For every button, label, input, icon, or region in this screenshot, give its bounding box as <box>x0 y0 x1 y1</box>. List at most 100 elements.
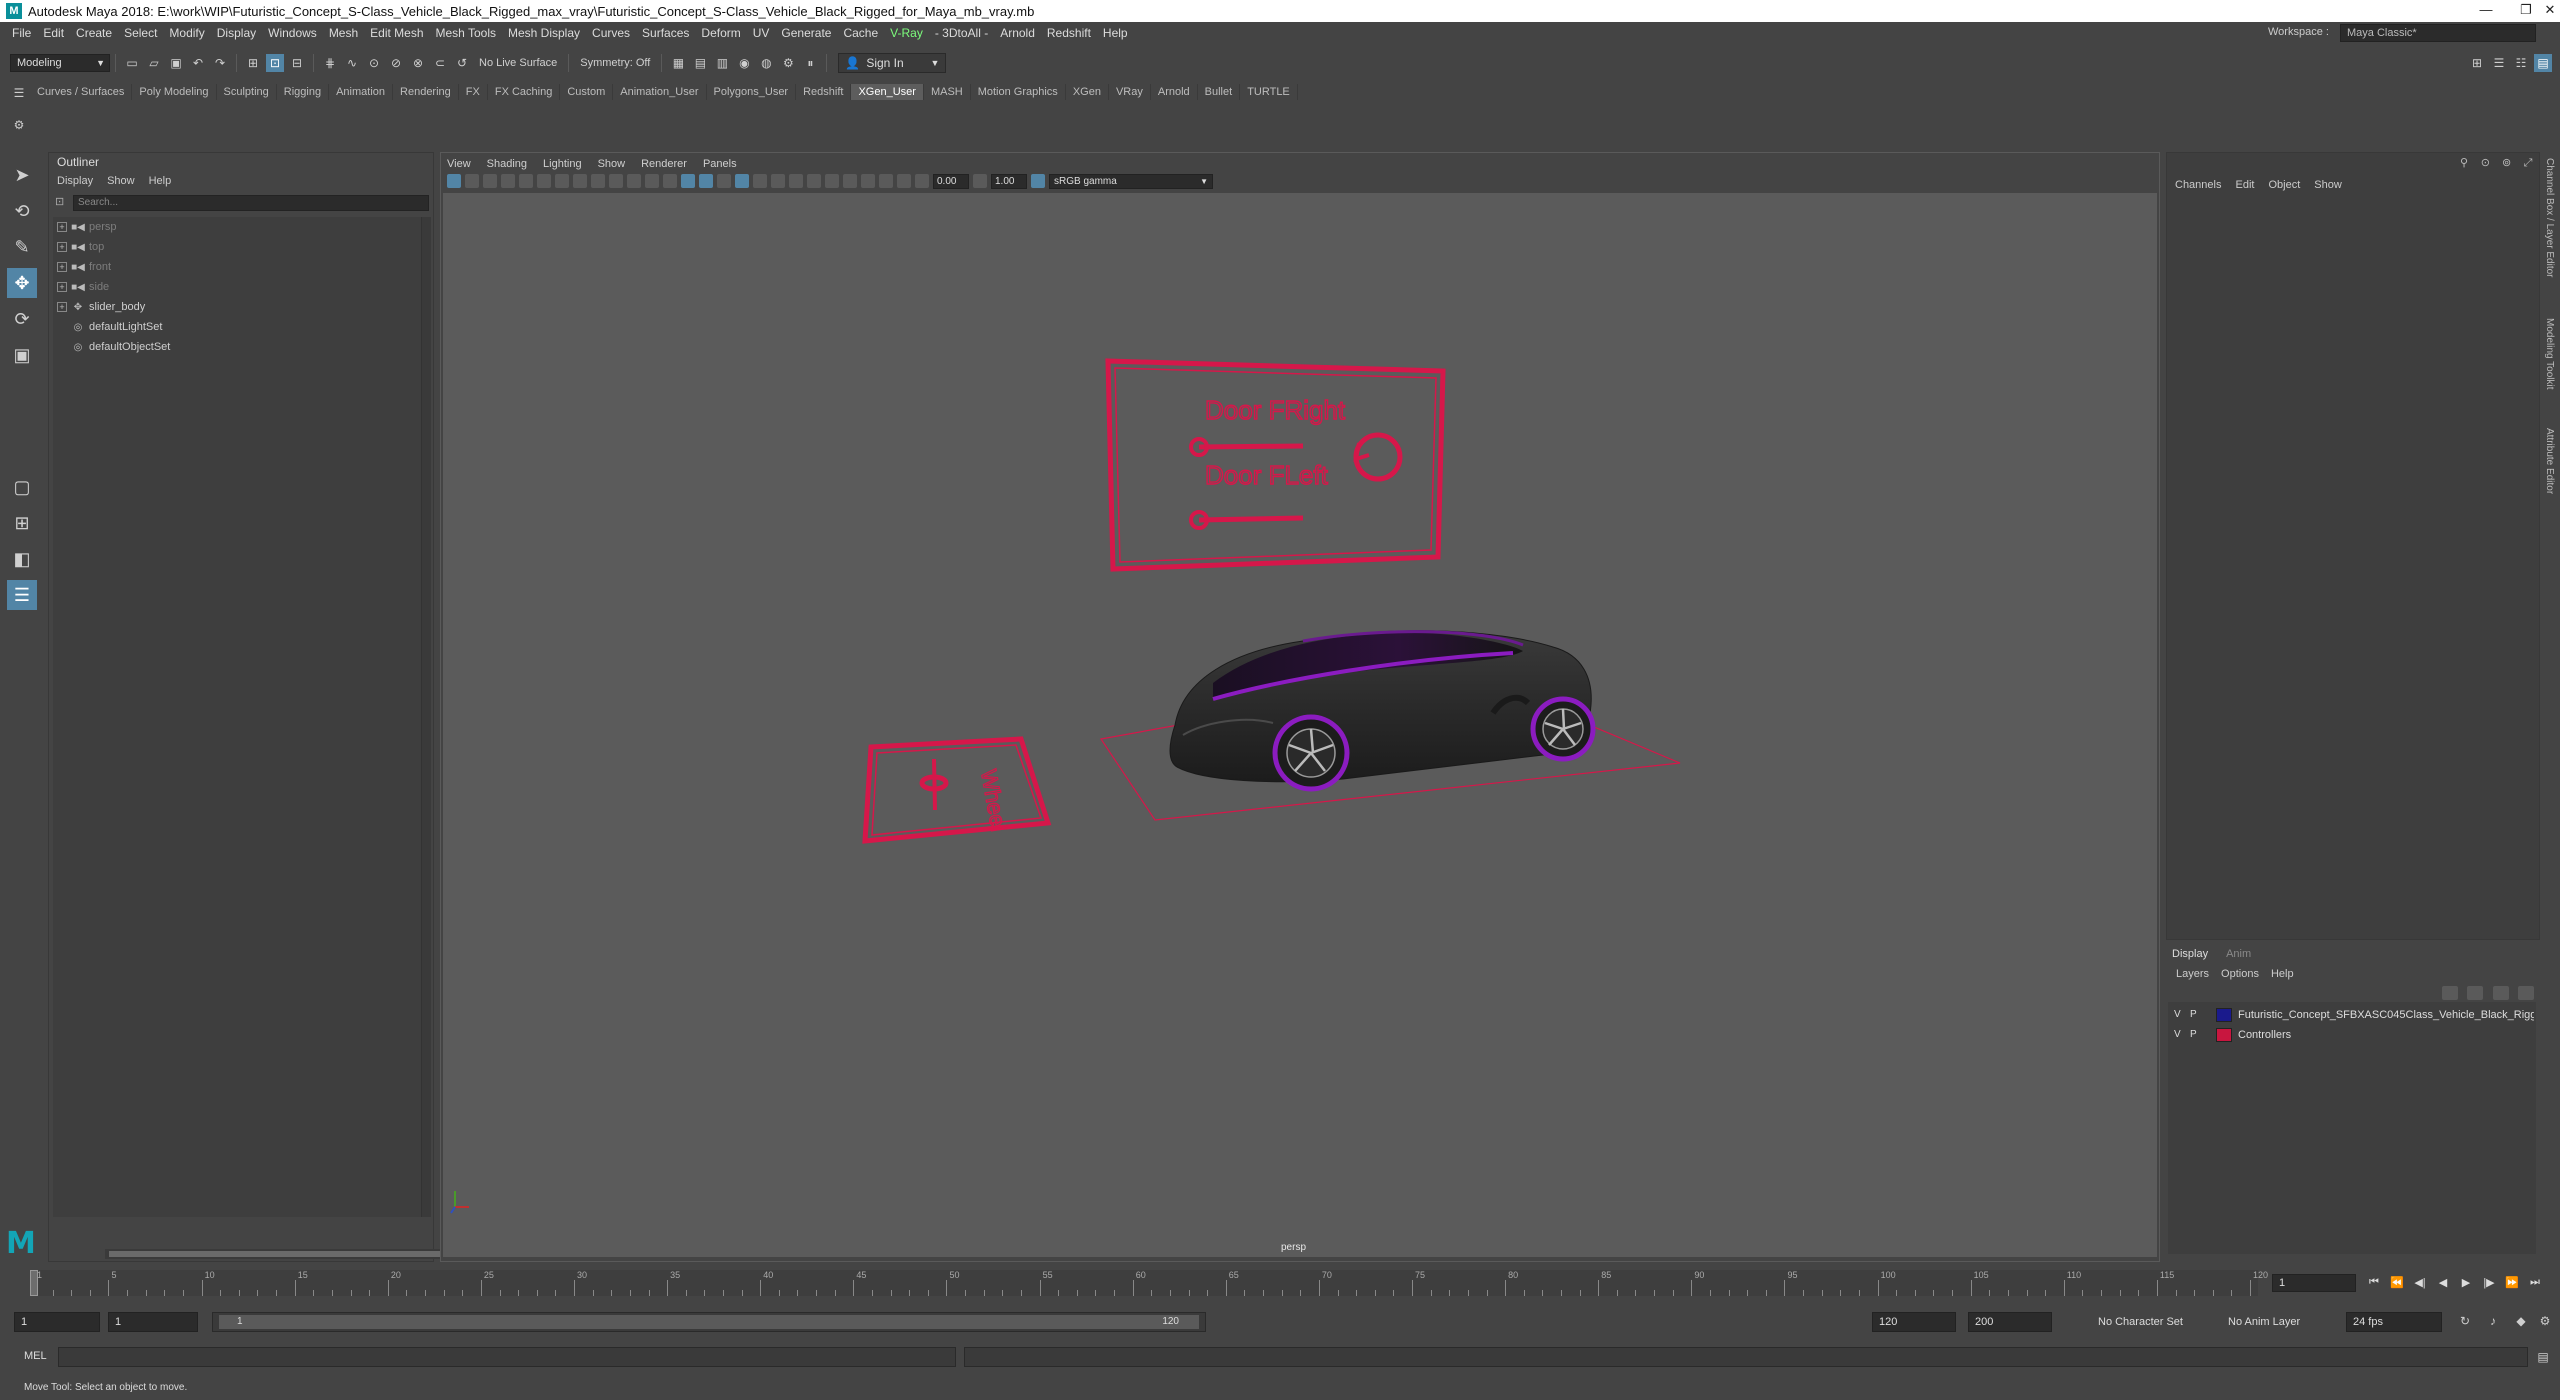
wireframe-icon[interactable] <box>681 174 695 188</box>
shelf-tab-animation[interactable]: Animation <box>329 84 394 100</box>
outliner-search-input[interactable]: Search... <box>73 195 429 211</box>
menu-uv[interactable]: UV <box>753 26 770 40</box>
shelf-tab-fx-caching[interactable]: FX Caching <box>488 84 561 100</box>
channel-box-pin-icon[interactable]: ⊚ <box>2500 156 2514 170</box>
shelf-tab-turtle[interactable]: TURTLE <box>1240 84 1298 100</box>
shelf-tab-polygons-user[interactable]: Polygons_User <box>707 84 797 100</box>
safe-title-icon[interactable] <box>663 174 677 188</box>
image-plane-icon[interactable] <box>501 174 515 188</box>
live-surface-label[interactable]: No Live Surface <box>479 57 557 69</box>
menu-mesh-tools[interactable]: Mesh Tools <box>436 26 496 40</box>
range-slider[interactable]: 1 120 <box>212 1312 1206 1332</box>
vray-render-icon[interactable]: ⚙ <box>779 54 797 72</box>
outliner-menu-show[interactable]: Show <box>107 175 135 187</box>
workspace-select[interactable]: Maya Classic* <box>2340 24 2536 42</box>
modeling-toolkit-toggle-icon[interactable]: ⊞ <box>2468 54 2486 72</box>
expand-icon[interactable]: + <box>57 262 67 272</box>
shelf-tab-bullet[interactable]: Bullet <box>1198 84 1241 100</box>
safe-action-icon[interactable] <box>645 174 659 188</box>
snap-point-icon[interactable]: ⊙ <box>365 54 383 72</box>
2d-pan-zoom-icon[interactable] <box>519 174 533 188</box>
fps-select[interactable]: 24 fps <box>2346 1312 2442 1332</box>
shelf-tab-rendering[interactable]: Rendering <box>393 84 459 100</box>
outliner-item[interactable]: + ■◀ persp <box>57 221 117 239</box>
depth-of-field-icon[interactable] <box>843 174 857 188</box>
menu-create[interactable]: Create <box>76 26 112 40</box>
gamma-field[interactable]: 1.00 <box>991 173 1027 189</box>
grease-pencil-icon[interactable] <box>537 174 551 188</box>
sound-icon[interactable]: ♪ <box>2484 1312 2502 1330</box>
layer-color-swatch[interactable] <box>2216 1008 2232 1022</box>
anti-alias-icon[interactable] <box>825 174 839 188</box>
xray-joints-icon[interactable] <box>897 174 911 188</box>
menu-edit[interactable]: Edit <box>43 26 64 40</box>
shelf-tab-curves-surfaces[interactable]: Curves / Surfaces <box>30 84 133 100</box>
side-tab-attribute-editor[interactable]: Attribute Editor <box>2544 428 2555 494</box>
channel-box-menu-show[interactable]: Show <box>2314 179 2342 191</box>
shelf-tab-arnold[interactable]: Arnold <box>1151 84 1198 100</box>
gamma-icon[interactable] <box>973 174 987 188</box>
layer-menu-layers[interactable]: Layers <box>2176 968 2209 980</box>
expand-icon[interactable]: + <box>57 242 67 252</box>
rotate-tool-icon[interactable]: ⟳ <box>7 304 37 334</box>
color-management-icon[interactable] <box>1031 174 1045 188</box>
grid-icon[interactable] <box>555 174 569 188</box>
shelf-toggle[interactable]: ☰ ⚙ <box>8 82 25 146</box>
wheel-controller-board[interactable]: Wheel <box>862 736 1052 844</box>
shelf-tab-vray[interactable]: VRay <box>1109 84 1151 100</box>
menu-curves[interactable]: Curves <box>592 26 630 40</box>
outliner-layout-icon[interactable]: ☰ <box>7 580 37 610</box>
auto-key-icon[interactable]: ◆ <box>2512 1312 2530 1330</box>
menu-modify[interactable]: Modify <box>169 26 204 40</box>
menu-file[interactable]: File <box>12 26 31 40</box>
menu-3dtoall[interactable]: - 3DtoAll - <box>935 26 988 40</box>
outliner-item[interactable]: ◎ defaultObjectSet <box>71 341 171 359</box>
layer-tab-display[interactable]: Display <box>2172 948 2208 960</box>
script-editor-icon[interactable]: ▤ <box>2534 1348 2552 1366</box>
layer-row[interactable]: V P Controllers <box>2168 1026 2536 1046</box>
symmetry-select[interactable]: Symmetry: Off <box>580 57 650 69</box>
anim-preferences-icon[interactable]: ⚙ <box>2536 1312 2554 1330</box>
expand-icon[interactable]: + <box>57 302 67 312</box>
new-scene-icon[interactable]: ▭ <box>123 54 141 72</box>
hypershade-icon[interactable]: ◍ <box>757 54 775 72</box>
snap-live-icon[interactable]: ⊗ <box>409 54 427 72</box>
expand-icon[interactable]: + <box>57 222 67 232</box>
outliner-item[interactable]: + ■◀ side <box>57 281 109 299</box>
channel-box-attribute-icon[interactable]: ⊙ <box>2478 156 2492 170</box>
attribute-editor-toggle-icon[interactable]: ☰ <box>2490 54 2508 72</box>
scroll-thumb[interactable] <box>109 1251 449 1257</box>
door-controller-board[interactable]: Door FRight Door FLeft <box>1105 358 1446 572</box>
step-forward-frame-icon[interactable]: |▶ <box>2479 1276 2499 1292</box>
play-backwards-icon[interactable]: ◀ <box>2433 1276 2453 1292</box>
menu-windows[interactable]: Windows <box>268 26 317 40</box>
shelf-tab-fx[interactable]: FX <box>459 84 488 100</box>
outliner-item[interactable]: + ■◀ front <box>57 261 111 279</box>
render-frame-icon[interactable]: ▦ <box>669 54 687 72</box>
step-forward-key-icon[interactable]: ⏩ <box>2502 1276 2522 1292</box>
playback-start-field[interactable]: 1 <box>108 1312 198 1332</box>
shelf-tab-xgen-user[interactable]: XGen_User <box>851 84 924 100</box>
pause-icon[interactable]: ⏸ <box>801 54 819 72</box>
menu-surfaces[interactable]: Surfaces <box>642 26 689 40</box>
shadows-icon[interactable] <box>771 174 785 188</box>
playback-end-field[interactable]: 120 <box>1872 1312 1956 1332</box>
range-slider-thumb[interactable] <box>219 1315 1199 1329</box>
menu-v-ray[interactable]: V-Ray <box>890 26 923 40</box>
animation-start-field[interactable]: 1 <box>14 1312 100 1332</box>
channel-box-menu-object[interactable]: Object <box>2268 179 2300 191</box>
scale-tool-icon[interactable]: ▣ <box>7 340 37 370</box>
menu-arnold[interactable]: Arnold <box>1000 26 1035 40</box>
screen-space-ao-icon[interactable] <box>789 174 803 188</box>
menu-redshift[interactable]: Redshift <box>1047 26 1091 40</box>
new-empty-layer-icon[interactable] <box>2492 986 2509 1000</box>
outliner-item[interactable]: + ■◀ top <box>57 241 104 259</box>
shelf-tab-animation-user[interactable]: Animation_User <box>613 84 707 100</box>
menu-cache[interactable]: Cache <box>843 26 878 40</box>
motion-blur-icon[interactable] <box>807 174 821 188</box>
go-to-end-icon[interactable]: ⏭ <box>2525 1276 2545 1292</box>
time-slider-track[interactable]: 1 5 10 15 20 25 30 35 40 45 50 55 60 65 70 75 80 85 90 95 10… <box>30 1270 2268 1296</box>
channel-box-toggle-icon[interactable]: ▤ <box>2534 54 2552 72</box>
single-perspective-layout-icon[interactable]: ▢ <box>7 472 37 502</box>
close-button[interactable]: ✕ <box>2530 2 2560 20</box>
